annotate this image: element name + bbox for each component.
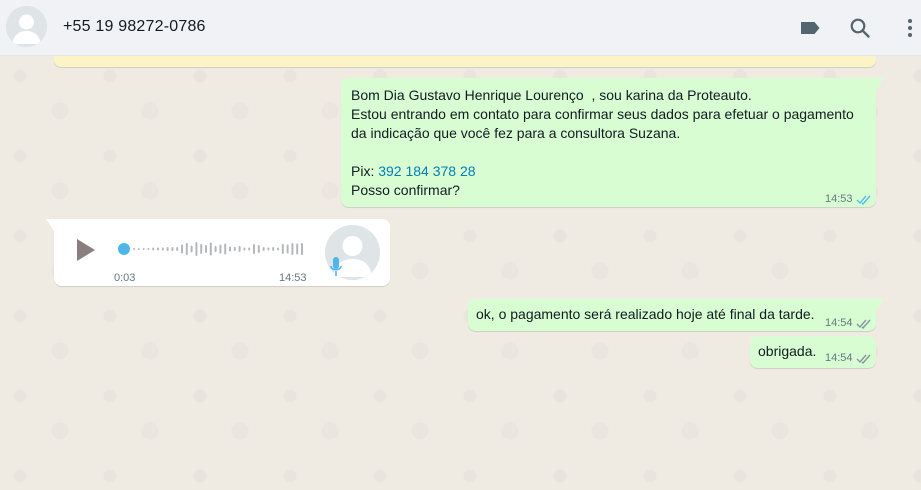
waveform-bar — [253, 244, 255, 254]
waveform-bar — [281, 244, 284, 254]
waveform-bar — [277, 247, 279, 251]
contact-avatar[interactable] — [6, 6, 47, 47]
delivered-ticks-icon — [856, 319, 871, 329]
bubble-tail — [876, 299, 884, 311]
message-meta: 14:54 — [825, 314, 872, 333]
waveform-bar — [176, 247, 179, 251]
waveform-bar — [229, 246, 231, 252]
outgoing-message[interactable]: ok, o pagamento será realizado hoje até … — [468, 299, 884, 333]
message-text: obrigada. — [758, 343, 817, 359]
message-text: Bom Dia Gustavo Henrique Lourenço , sou … — [351, 86, 871, 200]
waveform-bar — [214, 246, 217, 252]
waveform-bar — [272, 247, 275, 251]
waveform-bar — [142, 248, 145, 250]
message-time: 14:54 — [825, 317, 853, 329]
outgoing-message[interactable]: obrigada. 14:54 — [750, 336, 876, 368]
read-ticks-icon — [856, 195, 871, 205]
menu-icon[interactable] — [898, 16, 921, 40]
waveform-bar — [185, 243, 188, 255]
pix-number-link[interactable]: 392 184 378 28 — [378, 163, 475, 179]
waveform-bar — [233, 247, 236, 251]
message-line: Bom Dia Gustavo Henrique Lourenço , sou … — [351, 87, 752, 103]
waveform-bar — [219, 244, 222, 254]
label-icon[interactable] — [798, 16, 822, 40]
message-time: 14:54 — [825, 352, 853, 364]
waveform-bar — [200, 244, 203, 254]
waveform-bar — [267, 247, 270, 251]
delivered-ticks-icon — [856, 354, 871, 364]
message-line: Posso confirmar? — [351, 182, 460, 198]
message-time: 14:53 — [825, 193, 853, 205]
voice-duration: 0:03 — [114, 272, 136, 284]
message-meta: 14:53 — [825, 190, 872, 209]
waveform-bar — [296, 243, 299, 255]
microphone-icon — [330, 257, 342, 276]
whatsapp-chat-window: +55 19 98272-0786 Bom Dia Gustavo Henriq… — [0, 0, 921, 490]
waveform-bar — [248, 247, 251, 251]
avatar-default-icon — [6, 6, 47, 47]
bubble-tail — [876, 78, 884, 90]
waveform-bar — [205, 245, 207, 253]
waveform-bar — [157, 247, 159, 251]
waveform-bar — [209, 242, 212, 256]
waveform-bar — [301, 243, 303, 255]
waveform-bar — [262, 247, 265, 251]
waveform-bar — [166, 247, 169, 251]
waveform-bar — [171, 247, 174, 251]
incoming-voice-message: 0:03 14:53 — [46, 219, 390, 286]
message-meta: 14:54 — [825, 349, 872, 368]
waveform-bar — [195, 242, 198, 256]
voice-waveform[interactable] — [118, 238, 354, 260]
voice-progress-knob[interactable] — [118, 243, 130, 255]
play-icon[interactable] — [74, 237, 98, 263]
waveform-bar — [181, 244, 183, 254]
message-text: ok, o pagamento será realizado hoje até … — [476, 306, 815, 322]
waveform-bar — [137, 248, 140, 250]
previous-message-bubble — [54, 56, 876, 67]
contact-name[interactable]: +55 19 98272-0786 — [63, 18, 206, 36]
waveform-bar — [257, 245, 260, 253]
search-icon[interactable] — [848, 16, 872, 40]
chat-header: +55 19 98272-0786 — [0, 0, 921, 56]
waveform-bar — [161, 247, 164, 251]
waveform-bar — [291, 243, 294, 255]
waveform-bar — [243, 247, 246, 251]
bubble-tail — [46, 219, 54, 231]
waveform-bar — [286, 244, 289, 254]
waveform-bar — [152, 247, 155, 251]
outgoing-message[interactable]: Bom Dia Gustavo Henrique Lourenço , sou … — [341, 78, 884, 209]
waveform-bar — [238, 246, 241, 252]
pix-label: Pix: — [351, 163, 379, 179]
waveform-bar — [133, 248, 135, 250]
message-time: 14:53 — [279, 272, 307, 284]
waveform-bar — [190, 245, 193, 253]
waveform-bar — [224, 243, 227, 255]
waveform-bar — [147, 248, 150, 250]
message-line: Estou entrando em contato para confirmar… — [351, 106, 858, 141]
